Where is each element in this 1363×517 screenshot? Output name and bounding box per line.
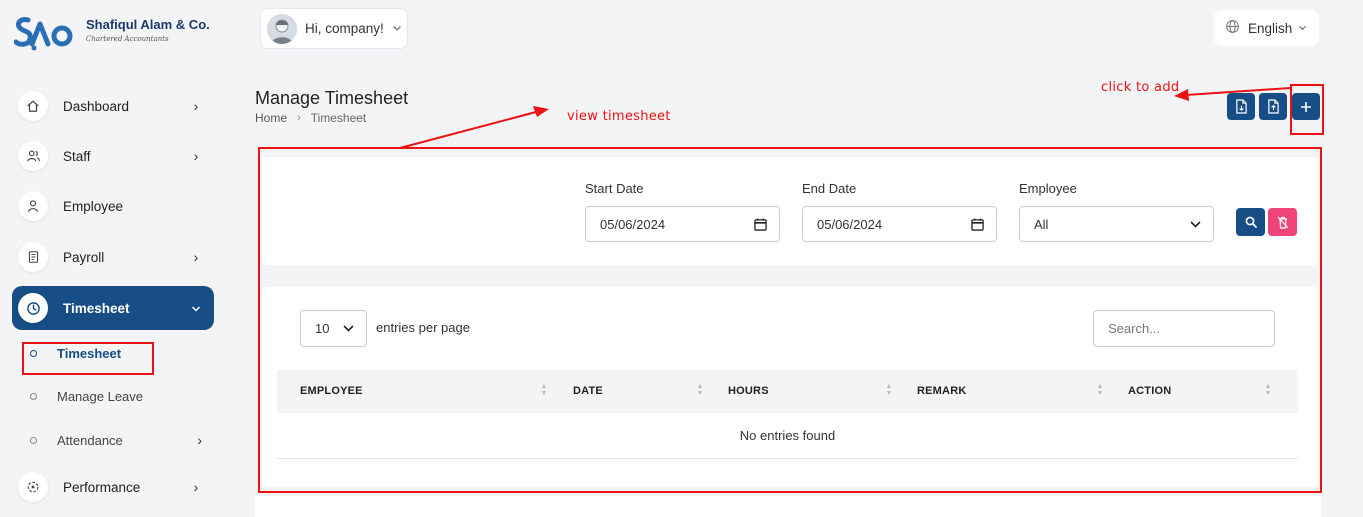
- annotation-arrows: [399, 87, 1291, 149]
